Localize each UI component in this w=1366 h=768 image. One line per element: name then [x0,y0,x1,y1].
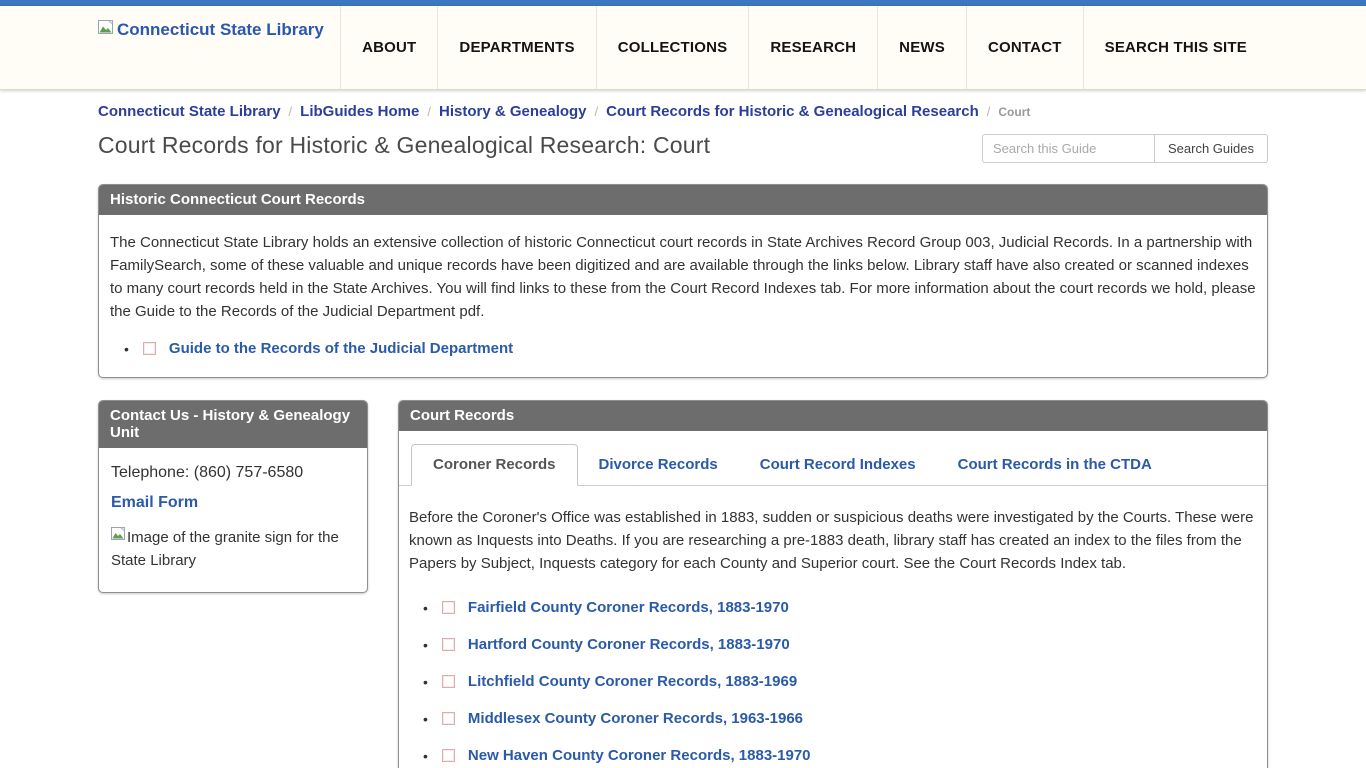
tab-divorce-records[interactable]: Divorce Records [578,445,739,485]
breadcrumb: Connecticut State Library LibGuides Home… [98,103,1268,120]
nav-item-about[interactable]: ABOUT [340,6,437,89]
main-nav: ABOUT DEPARTMENTS COLLECTIONS RESEARCH N… [340,6,1268,89]
breadcrumb-link-libguides-home[interactable]: LibGuides Home [300,103,419,120]
hartford-coroner-records-link[interactable]: Hartford County Coroner Records, 1883-19… [468,636,790,653]
litchfield-coroner-records-link[interactable]: Litchfield County Coroner Records, 1883-… [468,673,797,690]
middlesex-coroner-records-link[interactable]: Middlesex County Coroner Records, 1963-1… [468,710,803,727]
broken-image-icon [98,20,115,41]
list-item: Litchfield County Coroner Records, 1883-… [423,673,1257,690]
judicial-department-guide-link[interactable]: Guide to the Records of the Judicial Dep… [169,340,513,357]
broken-image-icon [442,638,455,651]
search-guides-button[interactable]: Search Guides [1155,134,1268,163]
guide-search: Search Guides [982,134,1268,163]
nav-item-research[interactable]: RESEARCH [748,6,877,89]
historic-box-title: Historic Connecticut Court Records [99,185,1267,215]
list-item: Middlesex County Coroner Records, 1963-1… [423,710,1257,727]
nav-item-news[interactable]: NEWS [877,6,966,89]
breadcrumb-link-court-records-guide[interactable]: Court Records for Historic & Genealogica… [606,103,979,120]
contact-image-alt-text: Image of the granite sign for the State … [111,529,339,569]
broken-image-icon [442,601,455,614]
broken-image-icon [143,342,156,355]
historic-box-paragraph: The Connecticut State Library holds an e… [110,231,1256,323]
nav-item-departments[interactable]: DEPARTMENTS [437,6,595,89]
broken-image-icon [442,712,455,725]
tab-coroner-records[interactable]: Coroner Records [411,444,578,486]
nav-item-contact[interactable]: CONTACT [966,6,1083,89]
broken-image-icon [442,675,455,688]
list-item: Guide to the Records of the Judicial Dep… [124,340,1256,357]
contact-box-title: Contact Us - History & Genealogy Unit [99,401,367,448]
site-logo-text: Connecticut State Library [117,20,324,40]
court-records-box-title: Court Records [399,401,1267,431]
coroner-records-paragraph: Before the Coroner's Office was establis… [409,506,1257,575]
breadcrumb-link-library[interactable]: Connecticut State Library [98,103,281,120]
contact-telephone: Telephone: (860) 757-6580 [111,464,355,482]
breadcrumb-link-history-genealogy[interactable]: History & Genealogy [439,103,587,120]
breadcrumb-current: Court [998,105,1030,119]
contact-us-box: Contact Us - History & Genealogy Unit Te… [98,400,368,593]
court-records-tabs: Coroner Records Divorce Records Court Re… [399,431,1267,486]
fairfield-coroner-records-link[interactable]: Fairfield County Coroner Records, 1883-1… [468,599,789,616]
list-item: New Haven County Coroner Records, 1883-1… [423,747,1257,764]
list-item: Fairfield County Coroner Records, 1883-1… [423,599,1257,616]
site-header: Connecticut State Library ABOUT DEPARTME… [0,6,1366,90]
nav-item-search-this-site[interactable]: SEARCH THIS SITE [1083,6,1268,89]
nav-item-collections[interactable]: COLLECTIONS [596,6,749,89]
page-title: Court Records for Historic & Genealogica… [98,132,710,159]
search-guide-input[interactable] [982,134,1155,163]
tab-court-record-indexes[interactable]: Court Record Indexes [739,445,937,485]
broken-image-icon [111,526,127,549]
contact-image-placeholder: Image of the granite sign for the State … [111,526,355,572]
court-records-box: Court Records Coroner Records Divorce Re… [398,400,1268,768]
site-logo-link[interactable]: Connecticut State Library [98,6,324,89]
email-form-link[interactable]: Email Form [111,494,198,512]
broken-image-icon [442,749,455,762]
list-item: Hartford County Coroner Records, 1883-19… [423,636,1257,653]
historic-court-records-box: Historic Connecticut Court Records The C… [98,184,1268,378]
coroner-records-panel: Before the Coroner's Office was establis… [399,486,1267,768]
tab-court-records-in-the-ctda[interactable]: Court Records in the CTDA [937,445,1173,485]
new-haven-coroner-records-link[interactable]: New Haven County Coroner Records, 1883-1… [468,747,811,764]
